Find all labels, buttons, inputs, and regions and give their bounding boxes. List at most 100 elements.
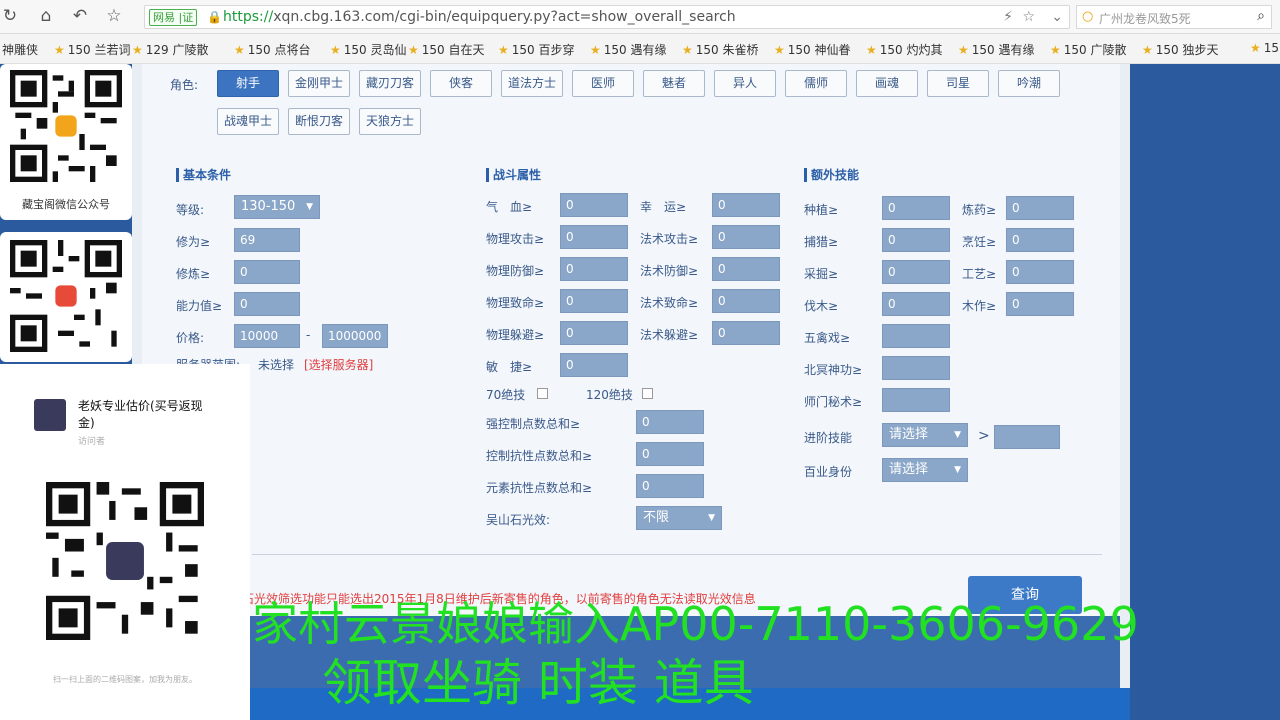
- skill-label: 木作≥: [962, 299, 997, 313]
- bookmark-icon: ★: [132, 43, 143, 57]
- role-button[interactable]: 道法方士: [501, 70, 563, 97]
- url-path: /cgi-bin/equipquery.py?act=show_overall_…: [394, 9, 736, 25]
- skill-input[interactable]: 0: [882, 292, 950, 316]
- bookmark-item[interactable]: ★ 150 点将台: [234, 41, 311, 58]
- home-icon[interactable]: ⌂: [36, 6, 56, 26]
- bookmark-icon: ★: [590, 43, 601, 57]
- bookmark-item[interactable]: ★ 150 百步穿: [498, 41, 575, 58]
- bookmark-item[interactable]: ★ 150 自在天: [408, 41, 485, 58]
- role-button[interactable]: 医师: [572, 70, 634, 97]
- skill-label: 烹饪≥: [962, 235, 997, 249]
- bookmark-item[interactable]: ★ 150 遇有缘: [958, 41, 1035, 58]
- battle-extra-input[interactable]: 0: [636, 410, 704, 434]
- xiuwei-input[interactable]: 69: [234, 228, 300, 252]
- battle-attr-input[interactable]: 0: [712, 289, 780, 313]
- bookmark-item[interactable]: ★ 150 兰若词: [54, 41, 131, 58]
- wushan-select[interactable]: 不限 ▼: [636, 506, 722, 530]
- bookmark-icon: ★: [1142, 43, 1153, 57]
- role-button[interactable]: 司星: [927, 70, 989, 97]
- role-button[interactable]: 天狼方士: [359, 108, 421, 135]
- bookmark-item[interactable]: ★ 150 灵岛仙: [330, 41, 407, 58]
- url-text[interactable]: https://xqn.cbg.163.com/cgi-bin/equipque…: [223, 9, 736, 25]
- bookmark-item[interactable]: ★ 150 朱雀桥: [682, 41, 759, 58]
- select-server-link[interactable]: [选择服务器]: [304, 356, 373, 373]
- back-icon[interactable]: ↶: [70, 6, 90, 26]
- skill-input[interactable]: [882, 356, 950, 380]
- bookmark-item[interactable]: ★ 15: [1250, 41, 1279, 55]
- url-scheme: https://: [223, 9, 274, 25]
- role-button[interactable]: 画魂: [856, 70, 918, 97]
- role-button[interactable]: 射手: [217, 70, 279, 97]
- bookmark-label: 150 神仙眷: [787, 43, 851, 57]
- bookmark-item[interactable]: ★ 150 灼灼其: [866, 41, 943, 58]
- skill-input[interactable]: 0: [882, 196, 950, 220]
- battle-attr-input[interactable]: 0: [560, 289, 628, 313]
- price-dash: -: [306, 328, 311, 342]
- skill-input[interactable]: [882, 388, 950, 412]
- bookmark-item[interactable]: ★ 150 遇有缘: [590, 41, 667, 58]
- battle-attr-label: 物理攻击≥: [486, 232, 545, 246]
- role-button[interactable]: 异人: [714, 70, 776, 97]
- skill-input[interactable]: 0: [1006, 228, 1074, 252]
- battle-attr-input[interactable]: 0: [712, 321, 780, 345]
- role-button[interactable]: 藏刃刀客: [359, 70, 421, 97]
- skill-input[interactable]: [882, 324, 950, 348]
- xiulian-input[interactable]: 0: [234, 260, 300, 284]
- qr-code-icon: [46, 482, 204, 640]
- battle-attr-input[interactable]: 0: [560, 193, 628, 217]
- skill-input[interactable]: 0: [1006, 260, 1074, 284]
- skill-input[interactable]: 0: [1006, 292, 1074, 316]
- skill-input[interactable]: 0: [882, 228, 950, 252]
- site-badge: 网易 |证: [149, 9, 198, 26]
- level-select[interactable]: 130-150 ▼: [234, 195, 320, 219]
- battle-attr-input[interactable]: 0: [712, 257, 780, 281]
- role-button[interactable]: 断恨刀客: [288, 108, 350, 135]
- popup-title: 老妖专业估价(买号返现金): [78, 399, 203, 430]
- battle-attr-input[interactable]: 0: [712, 225, 780, 249]
- role-button[interactable]: 儒师: [785, 70, 847, 97]
- advanced-select[interactable]: 请选择 ▼: [882, 423, 968, 447]
- price-max-input[interactable]: 1000000: [322, 324, 388, 348]
- favorite-icon[interactable]: ☆: [1022, 9, 1035, 25]
- address-bar[interactable]: 网易 |证 🔒 https://xqn.cbg.163.com/cgi-bin/…: [144, 5, 1070, 29]
- role-button[interactable]: 吟潮: [998, 70, 1060, 97]
- battle-attr-input[interactable]: 0: [560, 225, 628, 249]
- bookmark-item[interactable]: ★ 129 广陵散: [132, 41, 209, 58]
- skill-label: 种植≥: [804, 203, 839, 217]
- role-button[interactable]: 魅者: [643, 70, 705, 97]
- search-icon[interactable]: ⌕: [1257, 8, 1265, 24]
- battle-attr-input[interactable]: 0: [712, 193, 780, 217]
- popup-subtitle: 访问者: [78, 437, 106, 447]
- search-box[interactable]: ○ 广州龙卷风致5死 ⌕: [1076, 5, 1272, 29]
- battle-extra-label: 控制抗性点数总和≥: [486, 449, 593, 463]
- skill120-checkbox[interactable]: [642, 388, 653, 399]
- lightning-icon[interactable]: ⚡: [1003, 9, 1013, 25]
- skill70-label: 70绝技: [486, 388, 526, 402]
- ability-input[interactable]: 0: [234, 292, 300, 316]
- price-min-input[interactable]: 10000: [234, 324, 300, 348]
- reload-icon[interactable]: ↻: [0, 6, 20, 26]
- battle-extra-input[interactable]: 0: [636, 474, 704, 498]
- battle-attr-input[interactable]: 0: [560, 257, 628, 281]
- chevron-down-icon: ▼: [306, 202, 313, 212]
- chevron-down-icon[interactable]: ⌄: [1051, 9, 1063, 25]
- bookmark-label: 150 点将台: [247, 43, 311, 57]
- role-button[interactable]: 战魂甲士: [217, 108, 279, 135]
- bookmark-icon: ★: [408, 43, 419, 57]
- role-button[interactable]: 金刚甲士: [288, 70, 350, 97]
- bookmark-item[interactable]: 神雕侠: [2, 41, 38, 58]
- battle-extra-input[interactable]: 0: [636, 442, 704, 466]
- bookmark-item[interactable]: ★ 150 广陵散: [1050, 41, 1127, 58]
- star-icon[interactable]: ☆: [104, 6, 124, 26]
- industry-select[interactable]: 请选择 ▼: [882, 458, 968, 482]
- bookmark-item[interactable]: ★ 150 神仙眷: [774, 41, 851, 58]
- skill-input[interactable]: 0: [882, 260, 950, 284]
- bookmark-item[interactable]: ★ 150 独步天: [1142, 41, 1219, 58]
- battle-attr-input[interactable]: 0: [560, 353, 628, 377]
- skill-input[interactable]: 0: [1006, 196, 1074, 220]
- role-button[interactable]: 侠客: [430, 70, 492, 97]
- advanced-input[interactable]: [994, 425, 1060, 449]
- battle-attr-input[interactable]: 0: [560, 321, 628, 345]
- skill70-checkbox[interactable]: [537, 388, 548, 399]
- bookmark-label: 129 广陵散: [145, 43, 209, 57]
